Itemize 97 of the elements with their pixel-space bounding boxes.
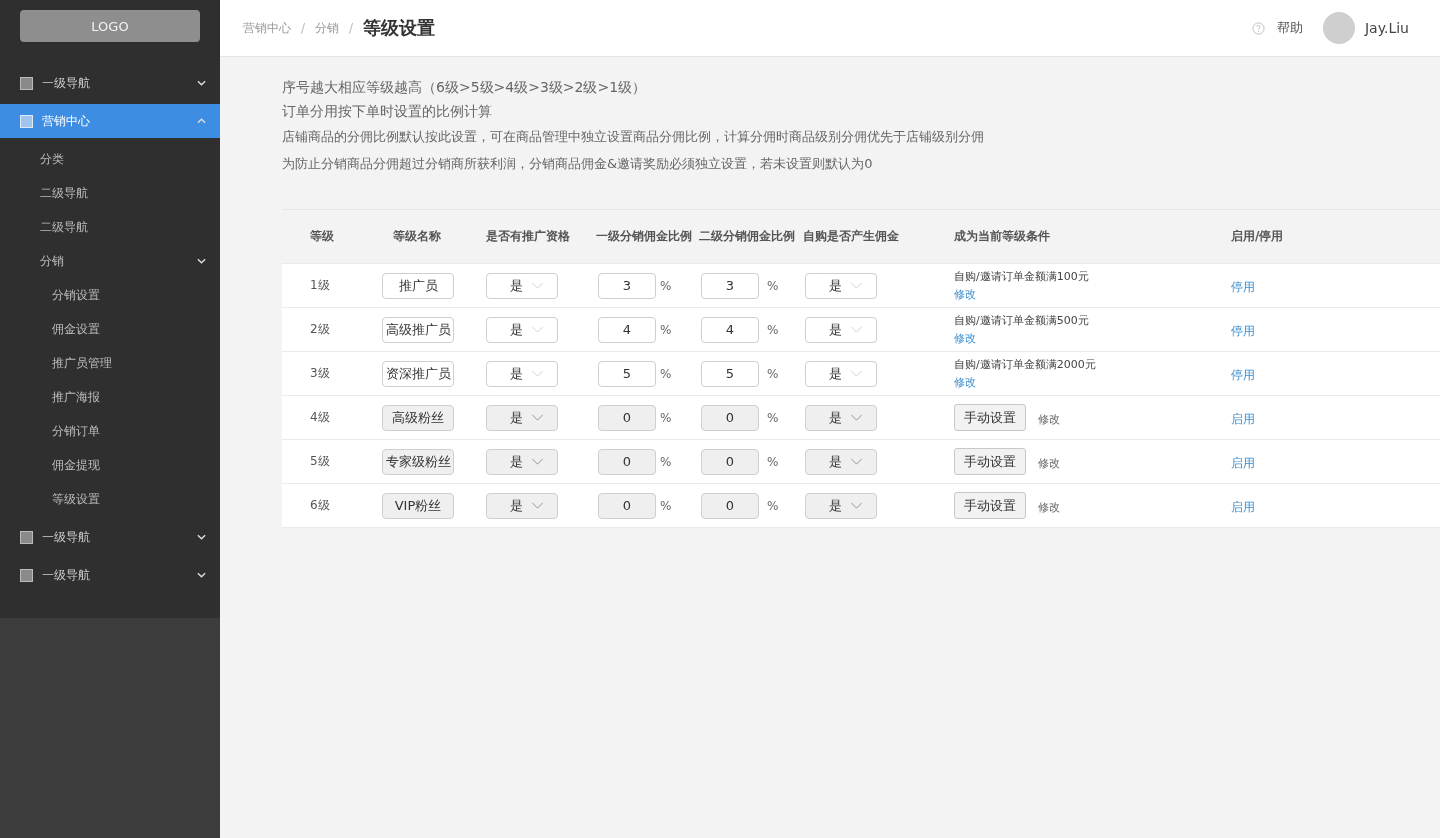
percent-sign: % [767, 367, 779, 381]
chevron-down-icon [850, 458, 863, 465]
chevron-icon [197, 572, 206, 578]
nav-subitem[interactable]: 二级导航 [0, 176, 220, 210]
chevron-down-icon [531, 502, 544, 509]
note-text: 订单分用按下单时设置的比例计算 [282, 102, 493, 121]
chevron-down-icon [531, 282, 544, 289]
percent-sign: % [767, 455, 779, 469]
note-text: 序号越大相应等级越高（6级>5级>4级>3级>2级>1级） [282, 78, 648, 97]
chevron-icon [197, 534, 206, 540]
chevron-down-icon [531, 370, 544, 377]
percent-sign: % [660, 323, 672, 337]
user-name[interactable]: Jay.Liu [1365, 20, 1409, 36]
nav-subitem[interactable]: 等级设置 [0, 482, 220, 516]
note-text: 为防止分销商品分佣超过分销商所获利润，分销商品佣金&邀请奖励必须独立设置，若未设置则默认为0 [282, 155, 874, 173]
percent-sign: % [767, 279, 779, 293]
chevron-down-icon [850, 414, 863, 421]
note-text: 店铺商品的分佣比例默认按此设置，可在商品管理中独立设置商品分佣比例，计算分佣时商品级别分佣优先于店铺级别分佣 [282, 128, 985, 146]
square-icon [20, 568, 33, 582]
nav-item[interactable]: 一级导航 [0, 558, 220, 592]
chevron-down-icon [850, 326, 863, 333]
breadcrumb-separator: / [301, 21, 306, 35]
level-cell-text: 3级 [309, 365, 331, 382]
nav-subitem[interactable]: 推广员管理 [0, 346, 220, 380]
percent-sign: % [660, 455, 672, 469]
square-icon [20, 530, 33, 544]
rate-field[interactable]: 3 [701, 272, 759, 299]
nav-subitem[interactable]: 分销订单 [0, 414, 220, 448]
percent-sign: % [767, 323, 779, 337]
chevron-down-icon [531, 414, 544, 421]
nav-subitem[interactable]: 分类 [0, 142, 220, 176]
rate-field[interactable]: 5 [598, 360, 656, 387]
chevron-down-icon [850, 370, 863, 377]
column-header: 一级分销佣金比例 [596, 228, 693, 245]
page-title: 等级设置 [363, 16, 436, 40]
level-cell-text: 2级 [309, 321, 331, 338]
chevron-down-icon [531, 458, 544, 465]
avatar[interactable] [1323, 12, 1355, 44]
help-link[interactable]: 帮助 [1277, 19, 1303, 37]
commission-select[interactable]: 是 [805, 316, 877, 343]
rate-field[interactable]: 4 [701, 316, 759, 343]
commission-select[interactable]: 是 [805, 360, 877, 387]
percent-sign: % [660, 367, 672, 381]
toggle-link[interactable]: 停用 [1231, 279, 1255, 294]
nav-subitem[interactable]: 二级导航 [0, 210, 220, 244]
nav-subitem[interactable]: 佣金设置 [0, 312, 220, 346]
chevron-down-icon [531, 326, 544, 333]
level-cell-text: 1级 [309, 277, 331, 294]
name-field[interactable]: 资深推广员 [382, 360, 454, 387]
chevron-down-icon [850, 282, 863, 289]
nav-subitem[interactable]: 分销设置 [0, 278, 220, 312]
chevron-icon [197, 118, 206, 124]
condition-text: 自购/邀请订单金额满500元 [954, 313, 1089, 328]
column-header: 启用/停用 [1231, 228, 1285, 245]
level-cell-text: 5级 [309, 453, 331, 470]
column-header: 是否有推广资格 [486, 228, 571, 245]
column-header: 等级名称 [392, 228, 442, 245]
square-icon [20, 114, 33, 128]
toggle-link[interactable]: 停用 [1231, 323, 1255, 338]
rate-field[interactable]: 4 [598, 316, 656, 343]
nav-subitem[interactable]: 佣金提现 [0, 448, 220, 482]
nav-subitem[interactable]: 分销 [0, 244, 220, 278]
percent-sign: % [767, 499, 779, 513]
column-header: 成为当前等级条件 [954, 228, 1051, 245]
name-field[interactable]: 高级推广员 [382, 316, 454, 343]
nav-subitem[interactable]: 推广海报 [0, 380, 220, 414]
commission-select[interactable]: 是 [805, 272, 877, 299]
qualification-select[interactable]: 是 [486, 360, 558, 387]
help-icon[interactable] [1252, 21, 1265, 35]
percent-sign: % [767, 411, 779, 425]
nav-item[interactable]: 一级导航 [0, 520, 220, 554]
chevron-icon [197, 80, 206, 86]
qualification-select[interactable]: 是 [486, 272, 558, 299]
rate-field[interactable]: 5 [701, 360, 759, 387]
toggle-link[interactable]: 停用 [1231, 367, 1255, 382]
level-cell-text: 4级 [309, 409, 331, 426]
column-header: 等级 [309, 228, 335, 245]
nav-item[interactable]: 一级导航 [0, 66, 220, 100]
logo: LOGO [20, 10, 200, 42]
percent-sign: % [660, 279, 672, 293]
name-field[interactable]: 推广员 [382, 272, 454, 299]
edit-link[interactable]: 修改 [954, 331, 1089, 346]
column-header: 自购是否产生佣金 [803, 228, 900, 245]
edit-link[interactable]: 修改 [954, 375, 1096, 390]
column-header: 二级分销佣金比例 [699, 228, 796, 245]
chevron-down-icon [850, 502, 863, 509]
level-cell-text: 6级 [309, 497, 331, 514]
breadcrumb-separator: / [349, 21, 354, 35]
rate-field[interactable]: 3 [598, 272, 656, 299]
chevron-icon [197, 258, 206, 264]
percent-sign: % [660, 411, 672, 425]
square-icon [20, 76, 33, 90]
condition-text: 自购/邀请订单金额满2000元 [954, 357, 1096, 372]
percent-sign: % [660, 499, 672, 513]
condition-text: 自购/邀请订单金额满100元 [954, 269, 1089, 284]
qualification-select[interactable]: 是 [486, 316, 558, 343]
edit-link[interactable]: 修改 [954, 287, 1089, 302]
